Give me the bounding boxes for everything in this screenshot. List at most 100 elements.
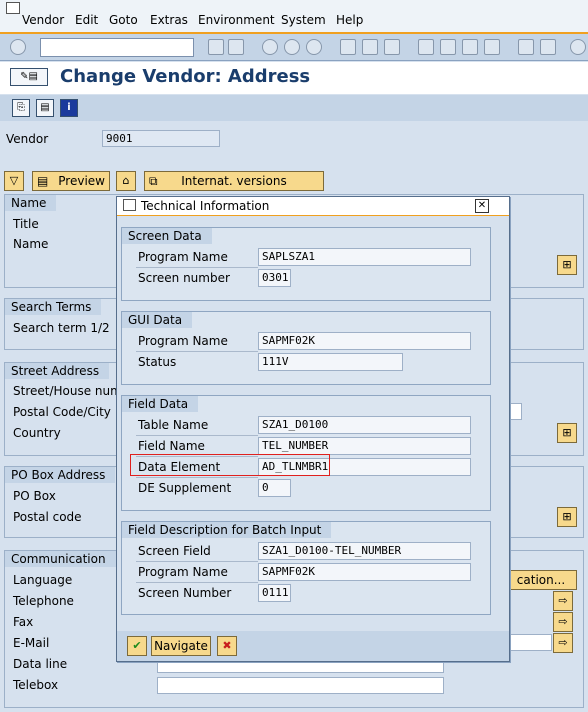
row-divider [136, 351, 258, 352]
info-icon[interactable]: i [60, 99, 78, 117]
po-box-title: PO Box Address [5, 467, 116, 483]
back-icon[interactable] [262, 39, 278, 55]
create-session-icon[interactable] [518, 39, 534, 55]
menu-edit[interactable]: Edit [75, 13, 98, 27]
screen-program-value: SAPLSZA1 [258, 248, 471, 266]
table-name-value: SZA1_D0100 [258, 416, 471, 434]
status-label: Status [138, 355, 177, 369]
batch-screen-number-label: Screen Number [138, 586, 232, 600]
table-name-label: Table Name [138, 418, 209, 432]
menu-extras[interactable]: Extras [150, 13, 188, 27]
exit-icon[interactable] [284, 39, 300, 55]
menu-goto[interactable]: Goto [109, 13, 138, 27]
preview-button[interactable]: ▤ Preview [32, 171, 110, 191]
navigate-button[interactable]: Navigate [151, 636, 211, 656]
menu-environment[interactable]: Environment [198, 13, 275, 27]
telebox-label: Telebox [13, 678, 59, 692]
batch-program-label: Program Name [138, 565, 228, 579]
enter-icon[interactable] [10, 39, 26, 55]
telebox-field[interactable] [157, 677, 444, 694]
screen-program-label: Program Name [138, 250, 228, 264]
status-value: 111V [258, 353, 403, 371]
email-more-icon[interactable]: ⇨ [553, 633, 573, 653]
last-page-icon[interactable] [484, 39, 500, 55]
versions-icon: ⧉ [149, 174, 158, 188]
other-vendor-icon[interactable]: ⎘ [12, 99, 30, 117]
row-divider [136, 561, 258, 562]
cancel-icon[interactable] [306, 39, 322, 55]
next-page-icon[interactable] [462, 39, 478, 55]
save-icon[interactable] [228, 39, 244, 55]
batch-input-group: Field Description for Batch Input Screen… [121, 521, 491, 615]
street-label: Street/House numb [13, 384, 130, 398]
vendor-label: Vendor [6, 132, 49, 146]
dialog-close-icon[interactable]: ✕ [475, 199, 489, 213]
internat-versions-button[interactable]: ⧉ Internat. versions [144, 171, 324, 191]
gui-program-value: SAPMF02K [258, 332, 471, 350]
command-field[interactable] [40, 38, 194, 57]
po-postal-label: Postal code [13, 510, 82, 524]
help-icon[interactable] [570, 39, 586, 55]
cancel-x-icon[interactable]: ✖ [217, 636, 237, 656]
field-name-label: Field Name [138, 439, 205, 453]
vendor-field[interactable]: 9001 [102, 130, 220, 147]
postal-city-label: Postal Code/City [13, 405, 111, 419]
de-supplement-label: DE Supplement [138, 481, 232, 495]
screen-field-value: SZA1_D0100-TEL_NUMBER [258, 542, 471, 560]
back-arrow-icon[interactable] [208, 39, 224, 55]
page-title: Change Vendor: Address [60, 66, 311, 87]
field-data-title: Field Data [122, 396, 199, 412]
row-divider [136, 267, 258, 268]
find-icon[interactable] [362, 39, 378, 55]
screen-number-label: Screen number [138, 271, 230, 285]
telephone-more-icon[interactable]: ⇨ [553, 591, 573, 611]
row-divider [136, 477, 258, 478]
print-icon[interactable] [340, 39, 356, 55]
row-divider [136, 582, 258, 583]
previous-page-icon[interactable] [440, 39, 456, 55]
title-label: Title [13, 217, 39, 231]
email-label: E-Mail [13, 636, 50, 650]
batch-input-title: Field Description for Batch Input [122, 522, 332, 538]
document-icon[interactable]: ▤ [36, 99, 54, 117]
name-expand-icon[interactable]: ⊞ [557, 255, 577, 275]
field-name-value: TEL_NUMBER [258, 437, 471, 455]
find-next-icon[interactable] [384, 39, 400, 55]
dialog-title: Technical Information [141, 199, 270, 213]
street-address-title: Street Address [5, 363, 110, 379]
menu-vendor[interactable]: Vendor [22, 13, 64, 27]
first-page-icon[interactable] [418, 39, 434, 55]
display-change-icon[interactable]: ✎▤ [10, 68, 48, 86]
menu-help[interactable]: Help [336, 13, 363, 27]
screen-field-label: Screen Field [138, 544, 211, 558]
country-label: Country [13, 426, 61, 440]
search-term-label: Search term 1/2 [13, 321, 110, 335]
shortcut-icon[interactable] [540, 39, 556, 55]
preview-label: Preview [58, 174, 105, 188]
field-data-group: Field Data Table Name SZA1_D0100 Field N… [121, 395, 491, 511]
gui-program-label: Program Name [138, 334, 228, 348]
address-version-icon[interactable]: ⌂ [116, 171, 136, 191]
internat-versions-label: Internat. versions [181, 174, 287, 188]
fax-more-icon[interactable]: ⇨ [553, 612, 573, 632]
gui-data-group: GUI Data Program Name SAPMF02K Status 11… [121, 311, 491, 385]
screen-data-title: Screen Data [122, 228, 212, 244]
menu-system[interactable]: System [281, 13, 326, 27]
window-menu-icon[interactable] [6, 2, 20, 14]
batch-screen-number-value: 0111 [258, 584, 291, 602]
name-group-title: Name [5, 195, 57, 211]
confirm-check-icon[interactable]: ✔ [127, 636, 147, 656]
street-expand-icon[interactable]: ⊞ [557, 423, 577, 443]
pobox-expand-icon[interactable]: ⊞ [557, 507, 577, 527]
collapse-icon[interactable]: ▽ [4, 171, 24, 191]
email-field[interactable] [507, 634, 552, 651]
dialog-window-icon [123, 199, 136, 211]
other-communication-button[interactable]: cation... [505, 570, 577, 590]
screen-data-group: Screen Data Program Name SAPLSZA1 Screen… [121, 227, 491, 301]
search-terms-title: Search Terms [5, 299, 102, 315]
communication-title: Communication [5, 551, 116, 567]
technical-information-dialog: Technical Information ✕ Screen Data Prog… [116, 196, 510, 662]
telephone-label: Telephone [13, 594, 74, 608]
gui-data-title: GUI Data [122, 312, 193, 328]
language-label: Language [13, 573, 73, 587]
